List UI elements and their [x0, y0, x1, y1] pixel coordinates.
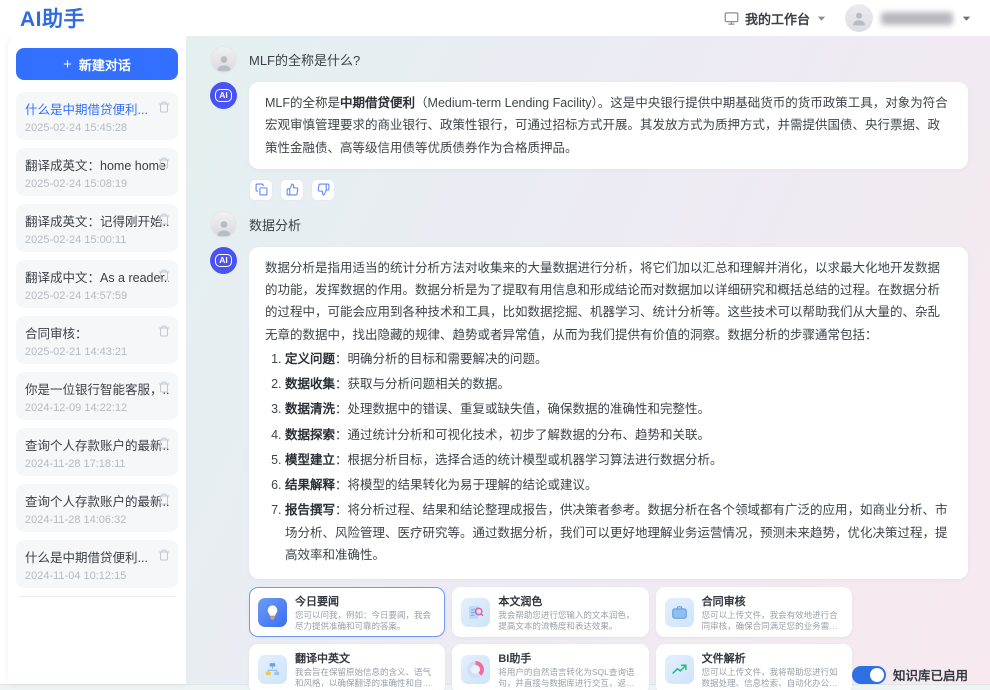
list-item: 定义问题：明确分析的目标和需要解决的问题。 — [285, 348, 952, 370]
list-item: 数据收集：获取与分析问题相关的数据。 — [285, 373, 952, 395]
conversation-item[interactable]: 什么是中期借贷便利... 2025-02-24 15:45:28 — [16, 92, 178, 140]
username-redacted — [881, 12, 953, 25]
card-file-parse[interactable]: 文件解析 您可以上传文件，我将帮助您进行如数据处理、信息检索、自动化办公等。 — [656, 644, 852, 690]
trash-icon[interactable] — [158, 212, 170, 230]
toggle-label: 知识库已启用 — [893, 665, 968, 684]
list-item: 结果解释：将模型的结果转化为易于理解的结论或建议。 — [285, 474, 952, 496]
trash-icon[interactable] — [158, 100, 170, 118]
copy-icon[interactable] — [249, 179, 273, 201]
list-item: 报告撰写：将分析过程、结果和结论整理成报告，供决策者参考。数据分析在各个领域都有… — [285, 499, 952, 566]
plus-icon: + — [63, 56, 72, 73]
user-avatar — [210, 211, 237, 238]
trash-icon[interactable] — [158, 492, 170, 510]
workspace-menu[interactable]: 我的工作台 — [724, 9, 827, 28]
conversation-item[interactable]: 翻译成英文：home home 2025-02-24 15:08:19 — [16, 148, 178, 196]
knowledge-base-toggle[interactable]: 知识库已启用 — [852, 665, 968, 684]
app-logo: AI助手 — [20, 3, 85, 33]
card-text-polish[interactable]: 本文润色 我会帮助您进行您输入的文本润色，提高文本的流畅度和表达效果。 — [452, 587, 648, 637]
user-message: 数据分析 — [210, 211, 968, 238]
toggle-switch[interactable] — [852, 666, 886, 684]
thumbs-up-icon[interactable] — [280, 179, 304, 201]
trash-icon[interactable] — [158, 548, 170, 566]
card-today-news[interactable]: 今日要闻 您可以问我，例如：今日要闻，我会尽力提供准确和可靠的答案。 — [249, 587, 445, 637]
conversation-item[interactable]: 什么是中期借贷便利... 2024-11-04 10:12:15 — [16, 540, 178, 588]
trend-arrow-icon — [665, 655, 694, 684]
ai-message-bubble: MLF的全称是中期借贷便利（Medium-term Lending Facili… — [249, 82, 968, 169]
ai-avatar: AI — [210, 82, 237, 109]
list-item: 数据探索：通过统计分析和可视化技术，初步了解数据的分布、趋势和关联。 — [285, 424, 952, 446]
ai-message: AI MLF的全称是中期借贷便利（Medium-term Lending Fac… — [210, 82, 968, 169]
analysis-steps-list: 定义问题：明确分析的目标和需要解决的问题。 数据收集：获取与分析问题相关的数据。… — [285, 348, 952, 566]
lightbulb-icon — [258, 598, 287, 627]
user-avatar — [210, 46, 237, 73]
card-bi-assistant[interactable]: BI助手 将用户的自然语言转化为SQL查询语句，并直接与数据库进行交互，返回智能… — [452, 644, 648, 690]
list-item: 模型建立：根据分析目标，选择合适的统计模型或机器学习算法进行数据分析。 — [285, 449, 952, 471]
new-chat-button[interactable]: + 新建对话 — [16, 48, 178, 80]
sidebar: + 新建对话 什么是中期借贷便利... 2025-02-24 15:45:28 … — [0, 36, 186, 684]
conversation-item[interactable]: 合同审核： 2025-02-21 14:43:21 — [16, 316, 178, 364]
user-avatar — [845, 4, 873, 32]
document-magnifier-icon — [461, 598, 490, 627]
user-message-text: MLF的全称是什么? — [249, 50, 360, 69]
ai-avatar: AI — [210, 247, 237, 274]
trash-icon[interactable] — [158, 324, 170, 342]
card-translate[interactable]: 翻译中英文 我会旨在保留原始信息的含义、语气和风格，以确保翻译的准确性和自然流畅… — [249, 644, 445, 690]
conversation-item[interactable]: 翻译成中文：As a reader... 2025-02-24 14:57:59 — [16, 260, 178, 308]
analysis-intro: 数据分析是指用适当的统计分析方法对收集来的大量数据进行分析，将它们加以汇总和理解… — [265, 261, 940, 342]
ai-message-bubble: 数据分析是指用适当的统计分析方法对收集来的大量数据进行分析，将它们加以汇总和理解… — [249, 247, 968, 579]
trash-icon[interactable] — [158, 380, 170, 398]
sidebar-divider — [18, 596, 176, 597]
message-actions — [249, 179, 968, 201]
user-message-text: 数据分析 — [249, 215, 301, 234]
workspace-label: 我的工作台 — [745, 9, 810, 28]
briefcase-icon — [665, 598, 694, 627]
chevron-down-icon — [816, 13, 827, 24]
ai-message: AI 数据分析是指用适当的统计分析方法对收集来的大量数据进行分析，将它们加以汇总… — [210, 247, 968, 579]
top-bar: AI助手 我的工作台 — [0, 0, 990, 36]
trash-icon[interactable] — [158, 156, 170, 174]
thumbs-down-icon[interactable] — [311, 179, 335, 201]
user-message: MLF的全称是什么? — [210, 46, 968, 73]
conversation-item[interactable]: 翻译成英文：记得刚开始... 2025-02-24 15:00:11 — [16, 204, 178, 252]
conversation-item[interactable]: 你是一位银行智能客服，... 2024-12-09 14:22:12 — [16, 372, 178, 420]
trash-icon[interactable] — [158, 436, 170, 454]
chevron-down-icon — [961, 13, 972, 24]
quick-cards: 今日要闻 您可以问我，例如：今日要闻，我会尽力提供准确和可靠的答案。 本文润色 … — [249, 587, 852, 690]
conversation-item[interactable]: 查询个人存款账户的最新... 2024-11-28 14:06:32 — [16, 484, 178, 532]
chat-area: MLF的全称是什么? AI MLF的全称是中期借贷便利（Medium-term … — [186, 36, 990, 684]
user-menu[interactable] — [845, 4, 972, 32]
sitemap-icon — [258, 655, 287, 684]
card-contract-review[interactable]: 合同审核 您可以上传文件，我会有效地进行合同审核，确保合同满足您的业务需求。 — [656, 587, 852, 637]
conversation-item[interactable]: 查询个人存款账户的最新... 2024-11-28 17:18:11 — [16, 428, 178, 476]
list-item: 数据清洗：处理数据中的错误、重复或缺失值，确保数据的准确性和完整性。 — [285, 398, 952, 420]
monitor-icon — [724, 11, 739, 26]
trash-icon[interactable] — [158, 268, 170, 286]
pie-chart-icon — [461, 655, 490, 684]
